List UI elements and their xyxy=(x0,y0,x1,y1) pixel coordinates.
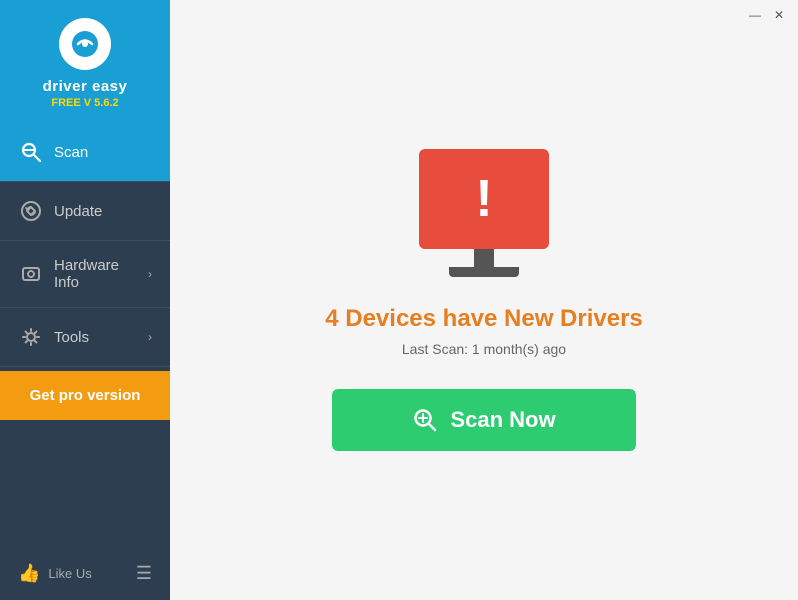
scan-icon xyxy=(18,139,44,165)
monitor-illustration: ! xyxy=(419,149,549,277)
sidebar: driver easy FREE V 5.6.2 Scan xyxy=(0,0,170,600)
sidebar-item-tools[interactable]: Tools › xyxy=(0,308,170,366)
scan-now-label: Scan Now xyxy=(450,407,555,433)
hardware-info-icon xyxy=(18,261,44,287)
close-button[interactable]: ✕ xyxy=(772,8,786,22)
sidebar-item-scan-label: Scan xyxy=(54,144,152,161)
scan-now-icon xyxy=(412,407,438,433)
hardware-info-chevron-icon: › xyxy=(148,267,152,281)
thumbs-up-icon: 👍 xyxy=(18,563,40,584)
menu-icon[interactable]: ☰ xyxy=(136,563,152,584)
monitor-stand-neck xyxy=(474,249,494,267)
sidebar-footer: 👍 Like Us ☰ xyxy=(0,551,170,600)
last-scan-text: Last Scan: 1 month(s) ago xyxy=(402,341,566,357)
sidebar-item-update[interactable]: Update xyxy=(0,182,170,240)
scan-now-button[interactable]: Scan Now xyxy=(332,389,635,451)
sidebar-logo: driver easy FREE V 5.6.2 xyxy=(0,0,170,123)
minimize-button[interactable]: — xyxy=(748,8,762,22)
logo-text: driver easy xyxy=(43,78,128,95)
like-us-button[interactable]: 👍 Like Us xyxy=(18,563,92,584)
get-pro-button[interactable]: Get pro version xyxy=(0,371,170,420)
tools-icon xyxy=(18,324,44,350)
logo-version: FREE V 5.6.2 xyxy=(51,97,118,109)
nav-divider-4 xyxy=(0,366,170,367)
sidebar-item-tools-label: Tools xyxy=(54,329,148,346)
monitor-screen: ! xyxy=(419,149,549,249)
brand-logo-svg xyxy=(68,27,102,61)
exclamation-mark: ! xyxy=(475,173,492,225)
main-content: ! 4 Devices have New Drivers Last Scan: … xyxy=(170,0,798,600)
titlebar: — ✕ xyxy=(736,0,798,30)
monitor-stand-base xyxy=(449,267,519,277)
tools-chevron-icon: › xyxy=(148,330,152,344)
logo-icon xyxy=(59,18,111,70)
like-us-label: Like Us xyxy=(48,566,91,581)
sidebar-item-update-label: Update xyxy=(54,203,152,220)
update-icon xyxy=(18,198,44,224)
main-heading: 4 Devices have New Drivers xyxy=(325,305,643,333)
sidebar-item-hardware-info-label: Hardware Info xyxy=(54,257,148,291)
sidebar-item-hardware-info[interactable]: Hardware Info › xyxy=(0,241,170,307)
sidebar-item-scan[interactable]: Scan xyxy=(0,123,170,181)
